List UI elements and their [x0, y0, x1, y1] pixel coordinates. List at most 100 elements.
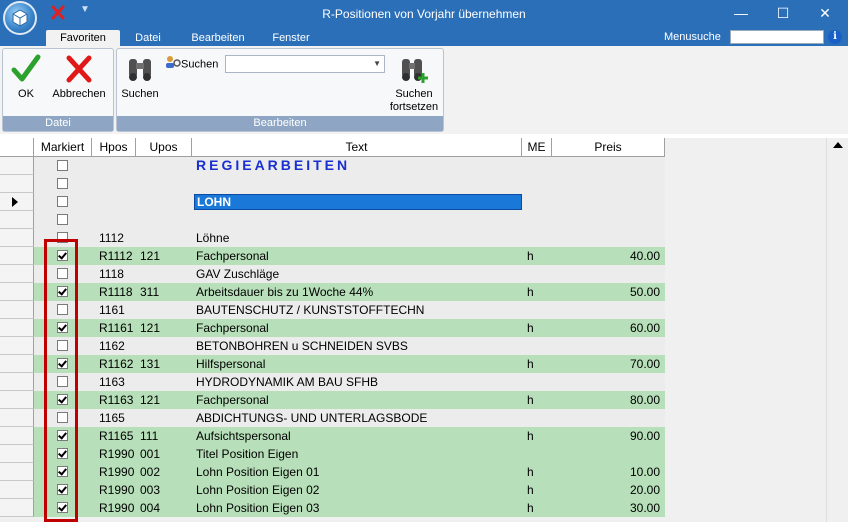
- suchen-fortsetzen-button[interactable]: Suchen fortsetzen: [387, 53, 441, 114]
- row-selector[interactable]: [0, 409, 34, 427]
- table-row[interactable]: 1163 HYDRODYNAMIK AM BAU SFHB: [0, 373, 665, 391]
- row-selector[interactable]: [0, 319, 34, 337]
- row-selector[interactable]: [0, 283, 34, 301]
- table-row[interactable]: LOHN: [0, 193, 665, 211]
- tab-datei[interactable]: Datei: [126, 30, 170, 46]
- suchen-button[interactable]: Suchen: [119, 53, 161, 101]
- markiert-checkbox[interactable]: [57, 160, 68, 171]
- table-row[interactable]: REGIEARBEITEN: [0, 157, 665, 176]
- chevron-down-icon: ▼: [373, 59, 381, 68]
- column-header-preis[interactable]: Preis: [552, 138, 665, 156]
- cell-hpos: 1163: [99, 375, 125, 389]
- table-row[interactable]: R1990 001 Titel Position Eigen: [0, 445, 665, 463]
- cell-hpos: R1990: [99, 501, 135, 515]
- cell-preis: [560, 301, 660, 319]
- table-row[interactable]: R1990 004 Lohn Position Eigen 03 h 30.00: [0, 499, 665, 517]
- table-row[interactable]: R1118 311 Arbeitsdauer bis zu 1Woche 44% h 5…: [0, 283, 665, 301]
- row-selector[interactable]: [0, 499, 34, 517]
- table-row[interactable]: R1163 121 Fachpersonal h 80.00: [0, 391, 665, 409]
- column-header-markiert[interactable]: Markiert: [34, 138, 92, 156]
- table-row[interactable]: 1165 ABDICHTUNGS- UND UNTERLAGSBODE: [0, 409, 665, 427]
- app-cube-icon: [12, 9, 28, 27]
- scroll-up-icon[interactable]: [833, 142, 843, 148]
- cell-text: Arbeitsdauer bis zu 1Woche 44%: [196, 285, 374, 299]
- cell-upos: 121: [140, 249, 161, 263]
- table-row[interactable]: [0, 175, 665, 193]
- close-button[interactable]: ✕: [804, 0, 846, 28]
- ribbon: OK Abbrechen Datei Suchen Suchen ▼ Suche…: [0, 46, 848, 134]
- table-row[interactable]: R1162 131 Hilfspersonal h 70.00: [0, 355, 665, 373]
- column-header-me[interactable]: ME: [522, 138, 552, 156]
- cell-preis: 70.00: [629, 357, 660, 371]
- table-row[interactable]: 1162 BETONBOHREN u SCHNEIDEN SVBS: [0, 337, 665, 355]
- tab-bearbeiten[interactable]: Bearbeiten: [184, 30, 252, 46]
- checkmark-icon: [11, 54, 41, 82]
- table-row[interactable]: 1161 BAUTENSCHUTZ / KUNSTSTOFFTECHN: [0, 301, 665, 319]
- row-selector[interactable]: [0, 211, 34, 229]
- table-row[interactable]: R1161 121 Fachpersonal h 60.00: [0, 319, 665, 337]
- table-row[interactable]: R1990 003 Lohn Position Eigen 02 h 20.00: [0, 481, 665, 499]
- markiert-checkbox[interactable]: [57, 178, 68, 189]
- markiert-checkbox[interactable]: [57, 196, 68, 207]
- column-header-upos[interactable]: Upos: [136, 138, 192, 156]
- row-selector[interactable]: [0, 463, 34, 481]
- cell-text-editor[interactable]: LOHN: [194, 194, 522, 210]
- row-selector[interactable]: [0, 427, 34, 445]
- cell-text: BAUTENSCHUTZ / KUNSTSTOFFTECHN: [196, 303, 425, 317]
- cell-me: h: [527, 285, 534, 299]
- row-selector[interactable]: [0, 445, 34, 463]
- row-selector[interactable]: [0, 301, 34, 319]
- tab-fenster[interactable]: Fenster: [262, 30, 320, 46]
- row-selector[interactable]: [0, 337, 34, 355]
- table-row[interactable]: 1118 GAV Zuschläge: [0, 265, 665, 283]
- row-selector[interactable]: [0, 157, 34, 175]
- markiert-checkbox[interactable]: [57, 214, 68, 225]
- row-selector[interactable]: [0, 247, 34, 265]
- row-selector[interactable]: [0, 355, 34, 373]
- table-row[interactable]: R1112 121 Fachpersonal h 40.00: [0, 247, 665, 265]
- table-row[interactable]: [0, 211, 665, 229]
- cell-preis: 10.00: [629, 465, 660, 479]
- suchen-fortsetzen-label-1: Suchen: [395, 88, 433, 100]
- cell-hpos: R1165: [99, 429, 134, 443]
- cell-text: Fachpersonal: [196, 393, 269, 407]
- table-row[interactable]: R1165 111 Aufsichtspersonal h 90.00: [0, 427, 665, 445]
- cell-text: HYDRODYNAMIK AM BAU SFHB: [196, 375, 379, 389]
- cell-hpos: R1990: [99, 483, 135, 497]
- row-selector[interactable]: [0, 175, 34, 193]
- suchen-combobox[interactable]: ▼: [225, 55, 385, 73]
- row-selector[interactable]: [0, 229, 34, 247]
- row-selector[interactable]: [0, 193, 34, 211]
- cell-text: ABDICHTUNGS- UND UNTERLAGSBODE: [196, 411, 428, 425]
- maximize-button[interactable]: ☐: [762, 0, 804, 28]
- markiert-highlight-frame: [44, 239, 78, 522]
- row-selector[interactable]: [0, 373, 34, 391]
- vertical-scrollbar[interactable]: [826, 138, 848, 522]
- cell-hpos: R1161: [99, 321, 134, 335]
- tab-favoriten[interactable]: Favoriten: [46, 30, 120, 46]
- cell-preis: [560, 229, 660, 247]
- row-selector[interactable]: [0, 265, 34, 283]
- table-row[interactable]: R1990 002 Lohn Position Eigen 01 h 10.00: [0, 463, 665, 481]
- column-header-text[interactable]: Text: [192, 138, 522, 156]
- cell-preis: [560, 157, 660, 175]
- column-header-hpos[interactable]: Hpos: [92, 138, 136, 156]
- cell-hpos: 1161: [99, 303, 125, 317]
- cell-preis: [560, 211, 660, 229]
- row-selector[interactable]: [0, 391, 34, 409]
- application-menu-button[interactable]: [3, 1, 37, 35]
- positions-grid[interactable]: Markiert Hpos Upos Text ME Preis REGIEAR…: [0, 138, 848, 522]
- cell-preis: [560, 409, 660, 427]
- cell-text: BETONBOHREN u SCHNEIDEN SVBS: [196, 339, 408, 353]
- group-label-datei: Datei: [3, 116, 113, 131]
- cell-text: Fachpersonal: [196, 321, 269, 335]
- info-icon[interactable]: i: [828, 30, 842, 44]
- row-selector[interactable]: [0, 481, 34, 499]
- minimize-button[interactable]: —: [720, 0, 762, 28]
- cell-upos: 111: [140, 429, 159, 443]
- ok-button[interactable]: OK: [9, 53, 43, 101]
- menusuche-input[interactable]: [730, 30, 824, 44]
- ribbon-group-datei: OK Abbrechen Datei: [2, 48, 114, 132]
- abbrechen-button[interactable]: Abbrechen: [49, 53, 109, 101]
- table-row[interactable]: 1112 Löhne: [0, 229, 665, 247]
